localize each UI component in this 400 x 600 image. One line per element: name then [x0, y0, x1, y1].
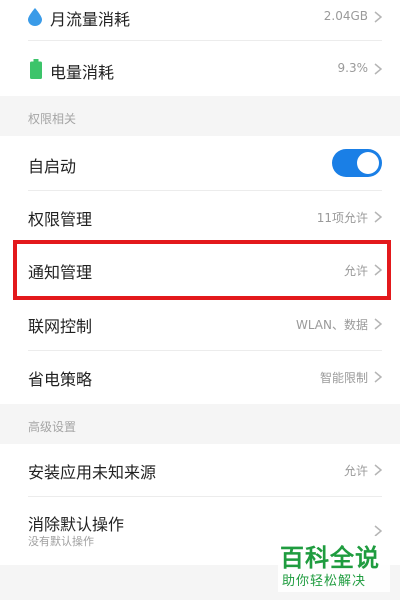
notification-manage-label: 通知管理 [28, 263, 93, 282]
network-control-row[interactable]: 联网控制 WLAN、数据 [0, 298, 400, 350]
toggle-knob [357, 152, 379, 174]
watermark-title: 百科全说 [280, 544, 380, 572]
permission-manage-label: 权限管理 [28, 210, 93, 229]
autostart-row[interactable]: 自启动 [0, 136, 400, 191]
watermark-subtitle: 助你轻松解决 [282, 574, 367, 589]
data-usage-label: 月流量消耗 [50, 10, 131, 29]
battery-usage-row[interactable]: 电量消耗 9.3% [0, 41, 400, 96]
clear-defaults-sublabel: 没有默认操作 [28, 535, 94, 548]
section-title-permissions: 权限相关 [28, 112, 77, 126]
chevron-right-icon [374, 11, 382, 23]
permission-manage-row[interactable]: 权限管理 11项允许 [0, 191, 400, 243]
power-strategy-label: 省电策略 [28, 370, 93, 389]
chevron-right-icon [374, 464, 382, 476]
install-unknown-value: 允许 [343, 464, 368, 478]
install-unknown-row[interactable]: 安装应用未知来源 允许 [0, 444, 400, 496]
network-control-value: WLAN、数据 [295, 318, 368, 332]
power-strategy-value: 智能限制 [319, 371, 368, 385]
chevron-right-icon [374, 318, 382, 330]
network-control-label: 联网控制 [28, 317, 93, 336]
chevron-right-icon [374, 264, 382, 276]
notification-manage-value: 允许 [343, 264, 368, 278]
battery-usage-label: 电量消耗 [50, 63, 115, 82]
watermark: 百科全说 助你轻松解决 [278, 536, 390, 592]
chevron-right-icon [374, 62, 382, 75]
install-unknown-label: 安装应用未知来源 [28, 463, 157, 482]
autostart-toggle[interactable] [332, 149, 382, 177]
power-strategy-row[interactable]: 省电策略 智能限制 [0, 351, 400, 403]
section-title-advanced: 高级设置 [28, 420, 77, 434]
clear-defaults-label: 消除默认操作 [28, 515, 125, 534]
battery-icon [30, 59, 42, 79]
autostart-label: 自启动 [28, 157, 77, 176]
battery-usage-value: 9.3% [337, 61, 369, 75]
data-usage-value: 2.04GB [323, 9, 368, 23]
chevron-right-icon [374, 211, 382, 223]
water-drop-icon [28, 8, 42, 26]
permission-manage-value: 11项允许 [316, 211, 368, 225]
data-usage-row[interactable]: 月流量消耗 2.04GB [0, 0, 400, 36]
chevron-right-icon [374, 371, 382, 383]
notification-manage-row[interactable]: 通知管理 允许 [0, 244, 400, 296]
